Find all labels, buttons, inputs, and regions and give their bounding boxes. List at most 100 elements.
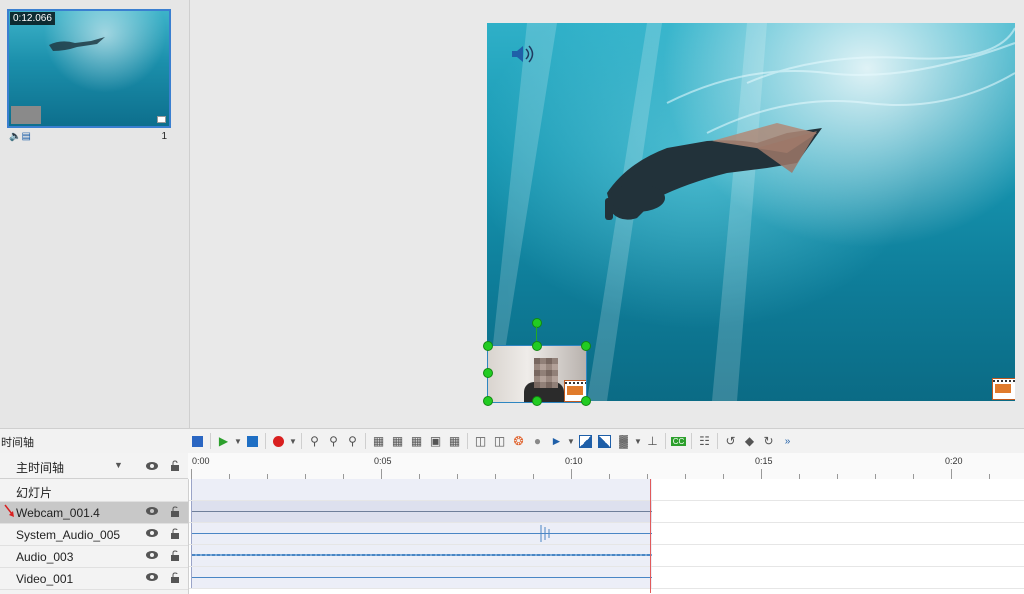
thumbnail-webcam-icon [11,106,41,124]
zoom-out-icon[interactable]: ⚲ [324,432,343,450]
record-dropdown-icon[interactable]: ▼ [288,432,298,450]
eye-icon[interactable] [146,573,158,581]
align-bottom-icon[interactable]: ▦ [445,432,464,450]
drop-icon[interactable]: ● [528,432,547,450]
track-system-audio[interactable] [189,523,1024,545]
timeline-toolbar: ▶ ▼ ▼ ⚲ ⚲ ⚲ ▦ ▦ ▦ ▣ ▦ ◫ ◫ ❂ ● ► ▼ ▓ ▼ ⊥ … [188,431,797,451]
timeline-header: 时间轴 ▶ ▼ ▼ ⚲ ⚲ ⚲ ▦ ▦ ▦ ▣ ▦ ◫ ◫ ❂ ● ► ▼ ▓ … [0,428,1024,454]
slide-meta: 🔈▤ 1 [9,131,167,142]
record-icon[interactable] [269,432,288,450]
chart-icon[interactable]: ▓ [614,432,633,450]
resize-handle-bottom-left[interactable] [483,396,493,406]
toolbar-separator [665,433,666,449]
chart-dropdown-icon[interactable]: ▼ [633,432,643,450]
eye-icon[interactable] [146,462,158,470]
track-row-audio[interactable]: Audio_003 [0,546,188,568]
rotate-handle[interactable] [532,318,542,328]
play-icon[interactable]: ▶ [214,432,233,450]
ruler-tick [381,469,382,479]
track-row-system-audio[interactable]: System_Audio_005 [0,524,188,546]
resize-handle-left[interactable] [483,368,493,378]
ruler-tick [951,469,952,479]
main-timeline-row[interactable]: 主时间轴 ▼ [0,453,188,479]
slides-clip[interactable] [191,479,652,500]
stop-icon[interactable] [243,432,262,450]
eye-icon[interactable] [146,529,158,537]
track-webcam[interactable] [189,501,1024,523]
toolbar-separator [265,433,266,449]
slide-panel: 0:12.066 🔈▤ 1 [0,0,190,428]
diamond-icon[interactable]: ◆ [740,432,759,450]
track-row-slides[interactable]: 幻灯片 [0,480,188,502]
slide-number: 1 [161,131,167,142]
video-clip[interactable] [191,567,652,588]
runner-icon[interactable]: ❂ [509,432,528,450]
track-audio[interactable] [189,545,1024,567]
split-icon[interactable]: ◫ [471,432,490,450]
speaker-icon[interactable] [510,43,536,65]
track-label: Video_001 [16,572,74,586]
undo-icon[interactable]: ↺ [721,432,740,450]
volume-dropdown-icon[interactable]: ▼ [566,432,576,450]
clip-end-marker[interactable] [650,479,651,593]
align-left-icon[interactable]: ▦ [369,432,388,450]
main-timeline-label: 主时间轴 [16,461,65,475]
ruler-label: 0:20 [945,456,963,466]
track-row-webcam[interactable]: Webcam_001.4 [0,502,188,524]
more-icon[interactable]: » [778,432,797,450]
zoom-fit-icon[interactable]: ⚲ [305,432,324,450]
audio-clip[interactable] [191,545,652,566]
lock-icon[interactable] [170,460,180,471]
toolbar-separator [691,433,692,449]
resize-handle-top[interactable] [532,341,542,351]
stop-square-icon[interactable] [188,432,207,450]
align-right-icon[interactable]: ▦ [407,432,426,450]
fade-out-icon[interactable] [595,432,614,450]
track-video[interactable] [189,567,1024,589]
resize-handle-top-right[interactable] [581,341,591,351]
eye-icon[interactable] [146,551,158,559]
fade-in-icon[interactable] [576,432,595,450]
unlock-icon[interactable] [170,506,180,517]
slide-duration: 0:12.066 [10,12,55,25]
volume-icon[interactable]: ► [547,432,566,450]
align-top-icon[interactable]: ▦ [388,432,407,450]
redo-icon[interactable]: ↻ [759,432,778,450]
ruler-tick [761,469,762,479]
toolbar-separator [717,433,718,449]
join-icon[interactable]: ◫ [490,432,509,450]
thumbnail-film-icon [157,116,166,123]
toolbar-separator [467,433,468,449]
zoom-in-icon[interactable]: ⚲ [343,432,362,450]
eye-icon[interactable] [146,507,158,515]
system-audio-clip[interactable] [191,523,652,544]
unlock-icon[interactable] [170,550,180,561]
slide-thumbnail[interactable]: 0:12.066 [7,9,171,128]
crop-icon[interactable]: ▣ [426,432,445,450]
ruler-label: 0:10 [565,456,583,466]
unlock-icon[interactable] [170,572,180,583]
webcam-overlay[interactable] [487,345,587,403]
resize-handle-top-left[interactable] [483,341,493,351]
toolbar-separator [365,433,366,449]
main-timeline-dropdown-icon[interactable]: ▼ [114,460,123,470]
toolbar-separator [301,433,302,449]
ruler-tick [191,469,192,479]
track-row-video[interactable]: Video_001 [0,568,188,590]
ruler-tick [571,469,572,479]
ruler-label: 0:00 [192,456,210,466]
cc-icon[interactable]: CC [669,432,688,450]
resize-handle-bottom[interactable] [532,396,542,406]
marker-icon[interactable]: ⊥ [643,432,662,450]
time-ruler[interactable]: 0:00 0:05 0:10 0:15 0:20 [188,453,1024,480]
resize-handle-bottom-right[interactable] [581,396,591,406]
webcam-clip[interactable] [191,501,652,522]
chapter-icon[interactable]: ☷ [695,432,714,450]
track-label: 幻灯片 [16,486,53,500]
track-area[interactable] [189,479,1024,594]
unlock-icon[interactable] [170,528,180,539]
track-headers: 主时间轴 ▼ 幻灯片 Webcam_001.4 System_Audio_005… [0,453,189,594]
track-slides[interactable] [189,479,1024,501]
play-dropdown-icon[interactable]: ▼ [233,432,243,450]
slide-audio-icon: 🔈▤ [9,131,31,142]
